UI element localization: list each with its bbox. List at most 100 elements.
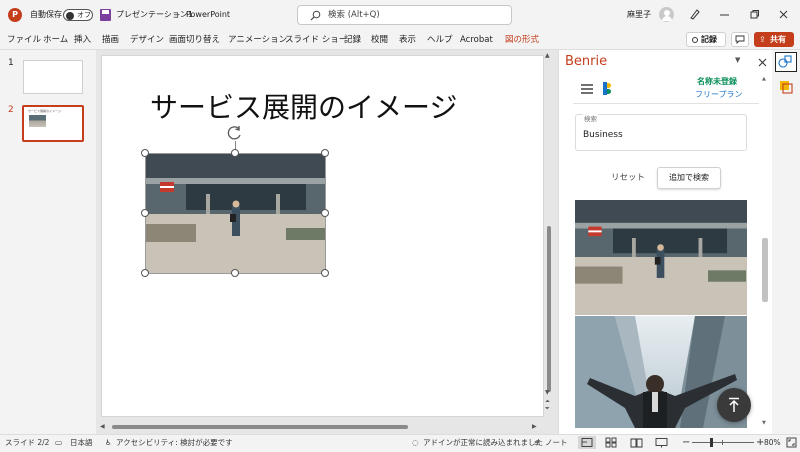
tab-animations[interactable]: アニメーション: [228, 30, 287, 50]
zoom-slider-thumb[interactable]: [710, 438, 713, 447]
addin-scrollbar[interactable]: ▲ ▼: [761, 76, 769, 428]
tab-home[interactable]: ホーム: [43, 30, 68, 50]
record-button[interactable]: 記録: [686, 32, 726, 47]
avatar[interactable]: [659, 7, 674, 22]
editor-horizontal-scrollbar[interactable]: ◀ ▶: [100, 422, 540, 431]
editor-vertical-scrollbar[interactable]: ▲ ▼ ⏶ ⏷: [544, 52, 554, 412]
search-field-label: 検索: [583, 113, 598, 123]
business-building-photo: [146, 154, 325, 273]
slide-thumbnail-pane: 1 2 サービス展開のイメージ: [0, 50, 96, 434]
resize-handle-top[interactable]: [231, 149, 239, 157]
addin-scrollbar-thumb[interactable]: [762, 238, 768, 302]
tab-view[interactable]: 表示: [399, 30, 416, 50]
plan-label[interactable]: フリープラン: [695, 89, 743, 100]
resize-handle-bottom-right[interactable]: [321, 269, 329, 277]
autosave-toggle[interactable]: オフ: [63, 9, 93, 21]
zoom-slider-midmark: [722, 440, 723, 445]
addin-icon-bar: [772, 50, 800, 434]
tab-record[interactable]: 記録: [344, 30, 361, 50]
resize-handle-top-left[interactable]: [141, 149, 149, 157]
comments-button[interactable]: [731, 32, 749, 47]
back-to-top-button[interactable]: [717, 388, 751, 422]
addin-scroll-down-icon[interactable]: ▼: [762, 420, 766, 426]
title-separator: -: [177, 10, 180, 19]
spellcheck-icon[interactable]: ▭: [55, 435, 62, 451]
share-button[interactable]: ⇪ 共有: [754, 32, 794, 47]
tab-insert[interactable]: 挿入: [74, 30, 91, 50]
reset-button[interactable]: リセット: [611, 171, 645, 183]
document-title: プレゼンテーション1: [116, 10, 193, 19]
thumbnail-photo: [29, 115, 46, 127]
pen-icon[interactable]: [688, 8, 701, 21]
normal-view-button[interactable]: [578, 436, 596, 449]
selected-picture[interactable]: [145, 153, 326, 274]
benrie-addin-button[interactable]: [775, 52, 797, 72]
hamburger-menu-icon[interactable]: [581, 84, 593, 94]
resize-handle-bottom[interactable]: [231, 269, 239, 277]
scroll-up-arrow-icon[interactable]: ▲: [545, 52, 550, 59]
close-icon[interactable]: [777, 8, 790, 21]
slide-indicator: スライド 2/2: [5, 438, 50, 447]
tab-file[interactable]: ファイル: [7, 30, 41, 50]
user-name: 麻里子: [627, 10, 651, 19]
slide-sorter-icon[interactable]: [605, 437, 617, 448]
tab-transitions[interactable]: 画面切り替え: [169, 30, 220, 50]
pane-options-icon[interactable]: ▼: [735, 56, 740, 64]
scroll-left-arrow-icon[interactable]: ◀: [100, 422, 105, 431]
autosave-state: オフ: [77, 11, 91, 19]
rotate-handle-icon[interactable]: [226, 124, 244, 142]
accessibility-status[interactable]: アクセシビリティ: 検討が必要です: [116, 435, 233, 451]
thumbnail-caption: サービス展開のイメージ: [28, 109, 61, 113]
scrollbar-thumb[interactable]: [547, 226, 551, 392]
secondary-addin-button[interactable]: [779, 80, 793, 94]
slide-thumbnail-2[interactable]: サービス展開のイメージ: [22, 105, 84, 142]
reading-view-icon[interactable]: [630, 437, 643, 448]
search-placeholder: 検索 (Alt+Q): [328, 10, 380, 20]
scroll-down-arrow-icon[interactable]: ▼: [545, 389, 550, 396]
next-slide-icon[interactable]: ⏷: [545, 405, 550, 413]
tab-slideshow[interactable]: スライド ショー: [285, 30, 347, 50]
resize-handle-left[interactable]: [141, 209, 149, 217]
tab-draw[interactable]: 描画: [102, 30, 119, 50]
close-pane-icon[interactable]: [758, 58, 767, 67]
app-name: PowerPoint: [186, 10, 231, 19]
notes-button[interactable]: ノート: [545, 435, 568, 451]
resize-handle-right[interactable]: [321, 209, 329, 217]
h-scrollbar-thumb[interactable]: [112, 425, 408, 429]
search-box[interactable]: 検索 (Alt+Q): [297, 5, 512, 25]
slide-canvas[interactable]: サービス展開のイメージ: [101, 55, 544, 417]
tab-design[interactable]: デザイン: [130, 30, 164, 50]
tab-review[interactable]: 校閲: [371, 30, 388, 50]
resize-handle-top-right[interactable]: [321, 149, 329, 157]
title-bar: P 自動保存 オフ プレゼンテーション1 - PowerPoint 検索 (Al…: [0, 0, 800, 30]
minimize-icon[interactable]: [718, 8, 731, 21]
accessibility-icon: ♿: [105, 438, 112, 447]
zoom-out-icon[interactable]: −: [682, 435, 690, 451]
powerpoint-logo-icon: P: [8, 8, 22, 22]
tab-picture-format[interactable]: 図の形式: [505, 30, 539, 50]
result-image-1[interactable]: [575, 200, 747, 315]
slideshow-view-icon[interactable]: [655, 437, 668, 448]
scroll-right-arrow-icon[interactable]: ▶: [532, 422, 537, 431]
shapes-icon: [778, 55, 792, 68]
slide-title[interactable]: サービス展開のイメージ: [150, 86, 457, 126]
resize-handle-bottom-left[interactable]: [141, 269, 149, 277]
normal-view-icon: [581, 438, 593, 447]
keyword-search-field[interactable]: 検索 Business: [575, 113, 747, 151]
zoom-slider[interactable]: [692, 438, 754, 447]
tab-help[interactable]: ヘルプ: [427, 30, 453, 50]
add-search-button[interactable]: 追加で検索: [657, 167, 721, 189]
restore-icon[interactable]: [748, 8, 761, 21]
zoom-level[interactable]: 80%: [764, 435, 781, 451]
benrie-logo-icon: [603, 82, 611, 95]
language-indicator[interactable]: 日本語: [70, 435, 93, 451]
save-icon[interactable]: [100, 9, 111, 21]
share-icon: ⇪: [759, 35, 766, 44]
record-dot-icon: [692, 37, 698, 43]
search-field-value[interactable]: Business: [583, 130, 623, 140]
slide-thumbnail-1[interactable]: [23, 60, 83, 94]
fit-to-window-icon[interactable]: [786, 437, 797, 448]
addin-scroll-up-icon[interactable]: ▲: [762, 76, 766, 82]
autosave-toggle-knob: [66, 11, 74, 20]
tab-acrobat[interactable]: Acrobat: [460, 30, 493, 50]
